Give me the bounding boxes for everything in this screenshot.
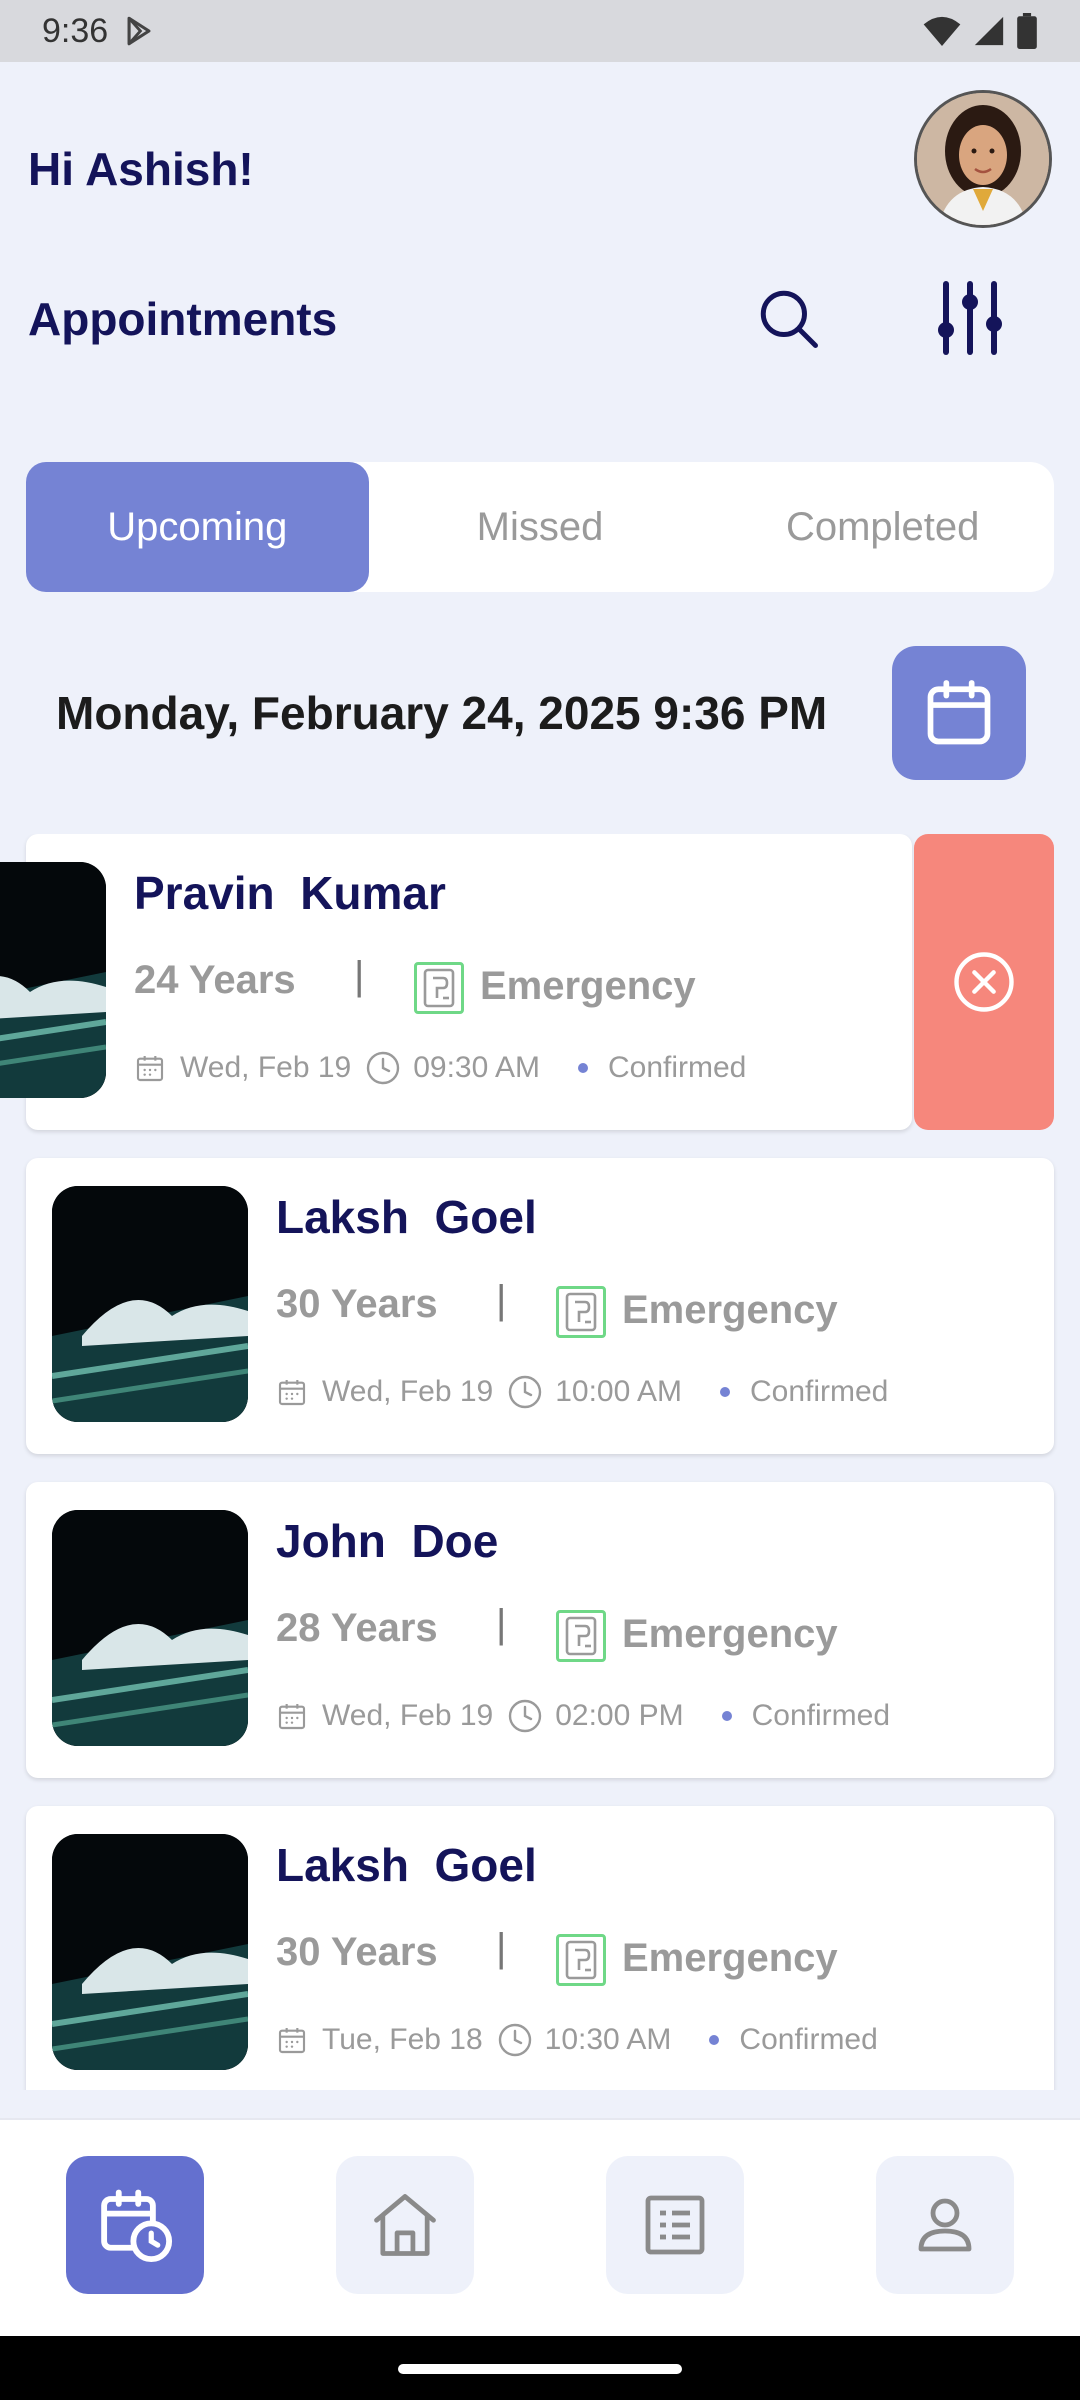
patient-photo [0, 862, 106, 1098]
status-time-group: 9:36 [42, 12, 156, 51]
separator: | [496, 1926, 507, 1970]
appointment-card[interactable]: Laksh Goel 30 Years | Emergency Wed, Feb… [26, 1158, 1054, 1454]
calendar-icon [927, 680, 991, 745]
clock-icon [498, 2023, 531, 2057]
appointment-time: 02:00 PM [555, 1699, 684, 1732]
status-dot [577, 1063, 588, 1073]
appointments-title: Appointments [28, 293, 338, 345]
avatar-image [917, 93, 1049, 225]
nav-home[interactable] [336, 2156, 474, 2294]
clock-icon [509, 1375, 542, 1409]
appointment-card[interactable]: Pravin Kumar 24 Years | Emergency Wed, F… [0, 834, 912, 1130]
calendar-small-icon [136, 1056, 164, 1082]
appointment-date: Wed, Feb 19 [180, 1051, 352, 1084]
battery-icon [1017, 13, 1037, 49]
list-icon [645, 2195, 705, 2255]
clock-icon [367, 1051, 400, 1085]
patient-name: Laksh Goel [276, 1191, 537, 1243]
appointment-meta: Wed, Feb 19 10:00 AM Confirmed [276, 1374, 888, 1410]
greeting-text: Hi Ashish! [28, 143, 254, 195]
patient-age: 28 Years [276, 1606, 438, 1650]
status-bar: 9:36 [0, 0, 1080, 62]
patient-photo [52, 1510, 248, 1746]
appointment-list[interactable]: Pravin Kumar 24 Years | Emergency Wed, F… [0, 834, 1080, 2090]
appointment-meta: Wed, Feb 19 02:00 PM Confirmed [276, 1698, 890, 1734]
patient-name: Laksh Goel [276, 1839, 537, 1891]
patient-photo [52, 1834, 248, 2070]
appointment-type: Emergency [480, 964, 696, 1008]
calendar-small-icon [278, 1704, 306, 1730]
emergency-icon [556, 1934, 606, 1986]
tab-missed[interactable]: Missed [369, 462, 712, 592]
calendar-small-icon [278, 2028, 306, 2054]
appointment-type: Emergency [622, 1936, 838, 1980]
calendar-clock-icon [101, 2189, 173, 2263]
play-store-icon [127, 16, 151, 46]
calendar-button[interactable] [892, 646, 1026, 780]
appointment-card[interactable]: John Doe 28 Years | Emergency Wed, Feb 1… [26, 1482, 1054, 1778]
avatar[interactable] [914, 90, 1052, 228]
status-dot [721, 1711, 732, 1721]
status-dot [709, 2035, 720, 2045]
wifi-icon [923, 16, 961, 46]
patient-age: 30 Years [276, 1930, 438, 1974]
home-icon [374, 2194, 436, 2256]
appointment-card[interactable]: Laksh Goel 30 Years | Emergency Tue, Feb… [26, 1806, 1054, 2090]
appointment-date: Tue, Feb 18 [322, 2023, 483, 2056]
nav-profile[interactable] [876, 2156, 1014, 2294]
profile-icon [918, 2198, 972, 2252]
emergency-icon [556, 1610, 606, 1662]
emergency-icon [556, 1286, 606, 1338]
separator: | [496, 1278, 507, 1322]
bottom-navigation [0, 2118, 1080, 2336]
patient-name: John Doe [276, 1515, 499, 1567]
sliders-icon [938, 281, 1002, 355]
appointment-time: 10:00 AM [555, 1375, 682, 1408]
status-icons [922, 13, 1038, 49]
calendar-small-icon [278, 1380, 306, 1406]
appointment-type: Emergency [622, 1612, 838, 1656]
filter-button[interactable] [930, 278, 1010, 358]
clock-icon [509, 1699, 542, 1733]
status-dot [719, 1387, 730, 1397]
search-icon [760, 290, 818, 348]
tab-upcoming[interactable]: Upcoming [26, 462, 369, 592]
appointment-status: Confirmed [749, 1375, 889, 1408]
patient-age: 30 Years [276, 1282, 438, 1326]
appointment-type: Emergency [622, 1288, 838, 1332]
cancel-appointment-button[interactable] [914, 834, 1054, 1130]
appointment-status: Confirmed [607, 1051, 747, 1084]
separator: | [496, 1602, 507, 1646]
appointment-date: Wed, Feb 19 [322, 1375, 494, 1408]
current-datetime: Monday, February 24, 2025 9:36 PM [56, 687, 828, 739]
appointment-time: 10:30 AM [544, 2023, 672, 2056]
close-circle-icon [954, 952, 1014, 1012]
signal-icon [974, 16, 1004, 46]
tab-completed[interactable]: Completed [711, 462, 1054, 592]
status-time: 9:36 [42, 11, 109, 50]
nav-appointments[interactable] [66, 2156, 204, 2294]
appointment-meta: Tue, Feb 18 10:30 AM Confirmed [276, 2022, 878, 2058]
appointment-date: Wed, Feb 19 [322, 1699, 494, 1732]
appointment-status: Confirmed [751, 1699, 891, 1732]
appointment-tabs: Upcoming Missed Completed [26, 462, 1054, 592]
appointment-status: Confirmed [739, 2023, 878, 2056]
appointment-meta: Wed, Feb 19 09:30 AM Confirmed [134, 1050, 746, 1086]
patient-photo [52, 1186, 248, 1422]
home-gesture-handle[interactable] [398, 2364, 682, 2374]
patient-name: Pravin Kumar [134, 867, 446, 919]
nav-list[interactable] [606, 2156, 744, 2294]
search-button[interactable] [752, 282, 824, 354]
separator: | [354, 954, 365, 998]
patient-age: 24 Years [134, 958, 296, 1002]
appointment-time: 09:30 AM [413, 1051, 540, 1084]
emergency-icon [414, 962, 464, 1014]
